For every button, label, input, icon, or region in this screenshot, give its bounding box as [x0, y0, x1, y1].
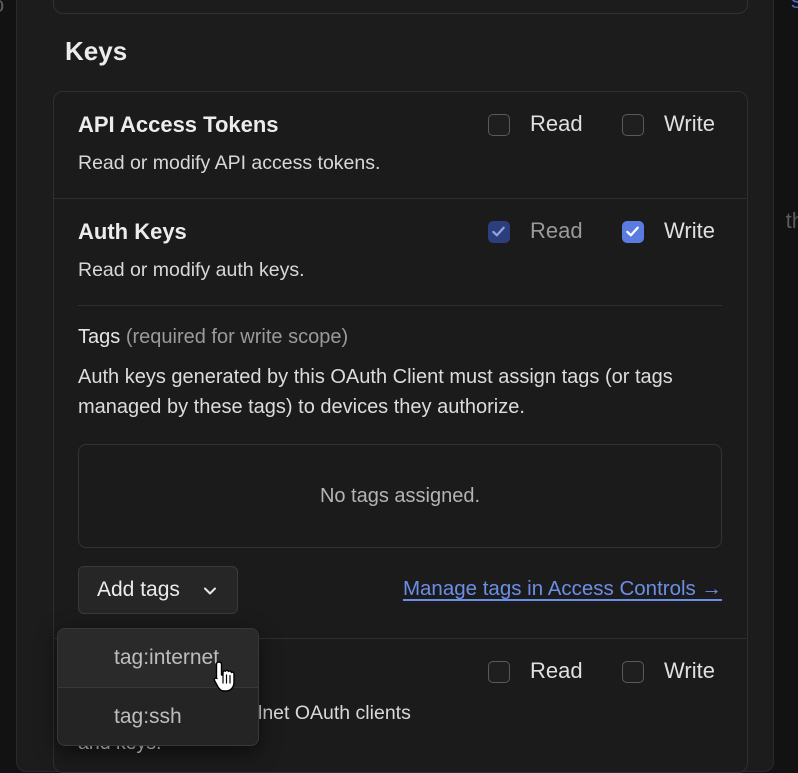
background-text-fragment: th — [785, 208, 798, 233]
api-tokens-write-checkbox[interactable] — [622, 114, 644, 136]
scope-title-api-access-tokens: API Access Tokens — [78, 112, 279, 137]
chevron-down-icon — [204, 587, 216, 595]
api-tokens-read-checkbox[interactable] — [488, 114, 510, 136]
background-text-fragment: o — [0, 0, 4, 18]
previous-section-card — [53, 0, 748, 14]
dropdown-option-tag-ssh[interactable]: tag:ssh — [58, 688, 258, 745]
inner-divider — [78, 305, 722, 306]
hand-pointer-cursor-icon — [213, 661, 235, 692]
read-label: Read — [530, 111, 583, 136]
add-tags-label: Add tags — [97, 578, 180, 601]
tags-description: Auth keys generated by this OAuth Client… — [78, 366, 673, 418]
write-label: Write — [664, 218, 715, 243]
manage-tags-link[interactable]: Manage tags in Access Controls → — [403, 577, 722, 601]
background-text-fragment: s — [791, 0, 798, 13]
scope-description: Read or modify auth keys. — [78, 259, 305, 281]
assigned-tags-box: No tags assigned. — [78, 444, 722, 548]
add-tags-button[interactable]: Add tags — [78, 566, 238, 614]
scope-description: Read or modify API access tokens. — [78, 152, 381, 174]
section-title: Keys — [65, 36, 128, 66]
write-label: Write — [664, 658, 715, 683]
tags-label-text: Tags — [78, 326, 121, 348]
scope-title-auth-keys: Auth Keys — [78, 219, 187, 244]
tags-hint: (required for write scope) — [125, 326, 349, 348]
check-icon — [492, 226, 505, 237]
third-scope-write-checkbox[interactable] — [622, 661, 644, 683]
auth-keys-read-checkbox[interactable] — [488, 221, 510, 243]
tags-label: Tags (required for write scope) — [78, 326, 348, 349]
auth-keys-write-checkbox[interactable] — [622, 221, 644, 243]
read-label: Read — [530, 218, 583, 243]
option-label: tag:ssh — [114, 705, 182, 728]
option-label: tag:internet — [114, 646, 220, 669]
row-divider — [54, 198, 746, 199]
read-label: Read — [530, 658, 583, 683]
write-label: Write — [664, 111, 715, 136]
check-icon — [626, 226, 639, 237]
empty-tags-text: No tags assigned. — [319, 484, 481, 507]
third-scope-read-checkbox[interactable] — [488, 661, 510, 683]
